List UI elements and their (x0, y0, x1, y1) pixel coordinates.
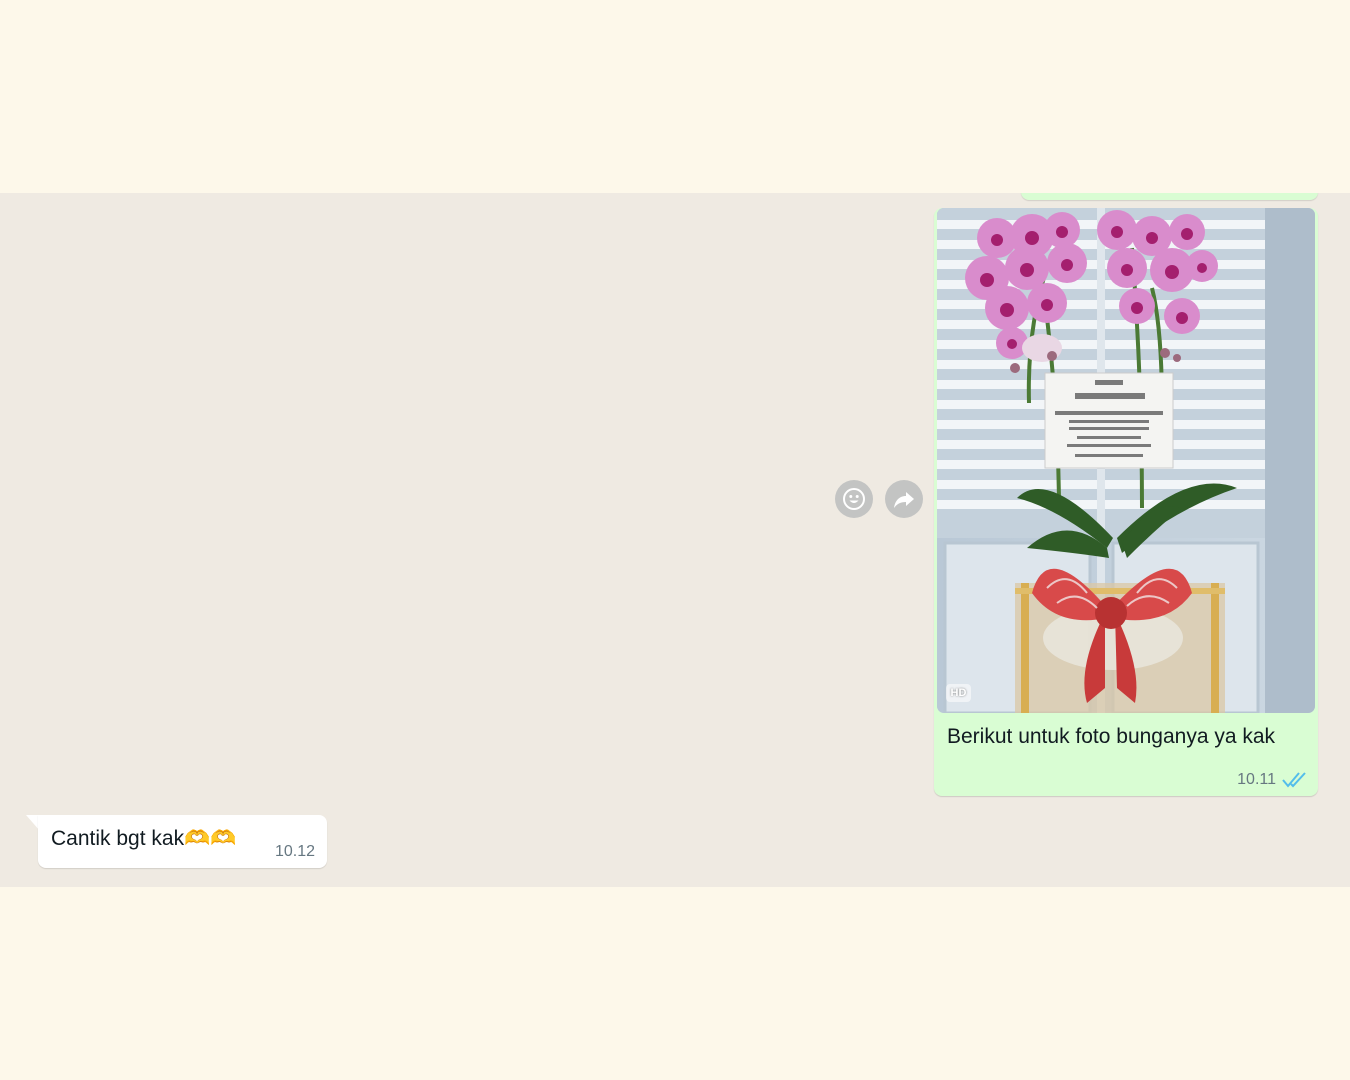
forward-icon (894, 492, 914, 508)
incoming-message-bubble[interactable]: Cantik bgt kak🫶🫶 10.12 (38, 815, 327, 868)
message-caption: Berikut untuk foto bunganya ya kak (947, 725, 1276, 748)
read-ticks-icon (1282, 772, 1306, 788)
previous-message-bubble[interactable] (1021, 193, 1318, 200)
message-timestamp: 10.11 (1237, 771, 1276, 788)
incoming-message-timestamp: 10.12 (275, 843, 316, 860)
message-hover-actions (835, 480, 923, 518)
chat-area: HD Berikut untuk foto bunganya ya kak 10… (0, 193, 1350, 887)
outgoing-message-bubble[interactable]: HD Berikut untuk foto bunganya ya kak 10… (934, 208, 1318, 796)
hd-badge: HD (946, 684, 971, 702)
react-button[interactable] (835, 480, 873, 518)
forward-button[interactable] (885, 480, 923, 518)
incoming-message-text: Cantik bgt kak🫶🫶 (51, 827, 237, 850)
emoji-icon (843, 488, 865, 510)
flower-photo[interactable]: HD (937, 208, 1315, 713)
orchid-image (937, 208, 1315, 713)
